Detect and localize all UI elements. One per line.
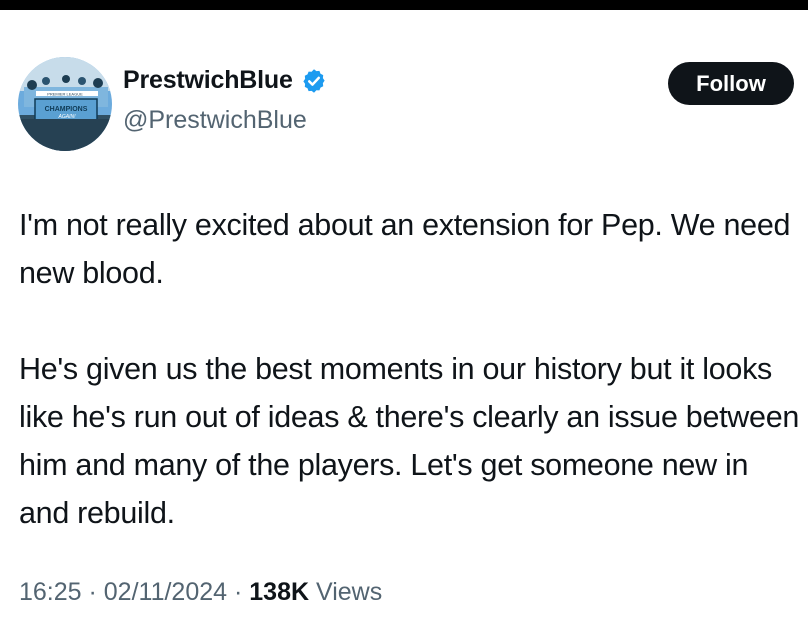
display-name[interactable]: PrestwichBlue (123, 66, 293, 95)
avatar[interactable]: PREMIER LEAGUE CHAMPIONS AGAIN! (18, 57, 112, 151)
tweet-text: I'm not really excited about an extensio… (19, 201, 804, 537)
tweet-paragraph-2: He's given us the best moments in our hi… (19, 352, 800, 530)
avatar-banner-subtext: AGAIN! (58, 114, 77, 120)
avatar-bus-text: PREMIER LEAGUE (47, 92, 83, 97)
follow-button[interactable]: Follow (668, 62, 794, 105)
name-row: PrestwichBlue (123, 66, 327, 95)
user-handle[interactable]: @PrestwichBlue (123, 106, 307, 135)
top-bar (0, 0, 808, 10)
views-label: Views (309, 578, 383, 606)
verified-badge-icon[interactable] (301, 68, 327, 94)
meta-separator: · (81, 578, 104, 606)
views-count[interactable]: 138K (249, 578, 309, 606)
tweet-paragraph-1: I'm not really excited about an extensio… (19, 208, 791, 290)
avatar-banner-text: CHAMPIONS (45, 106, 88, 113)
tweet-time[interactable]: 16:25 (19, 578, 82, 606)
avatar-image: PREMIER LEAGUE CHAMPIONS AGAIN! (18, 57, 112, 151)
tweet-meta: 16:25 · 02/11/2024 · 138K Views (19, 578, 382, 607)
meta-separator: · (227, 578, 250, 606)
tweet-date[interactable]: 02/11/2024 (104, 578, 227, 606)
